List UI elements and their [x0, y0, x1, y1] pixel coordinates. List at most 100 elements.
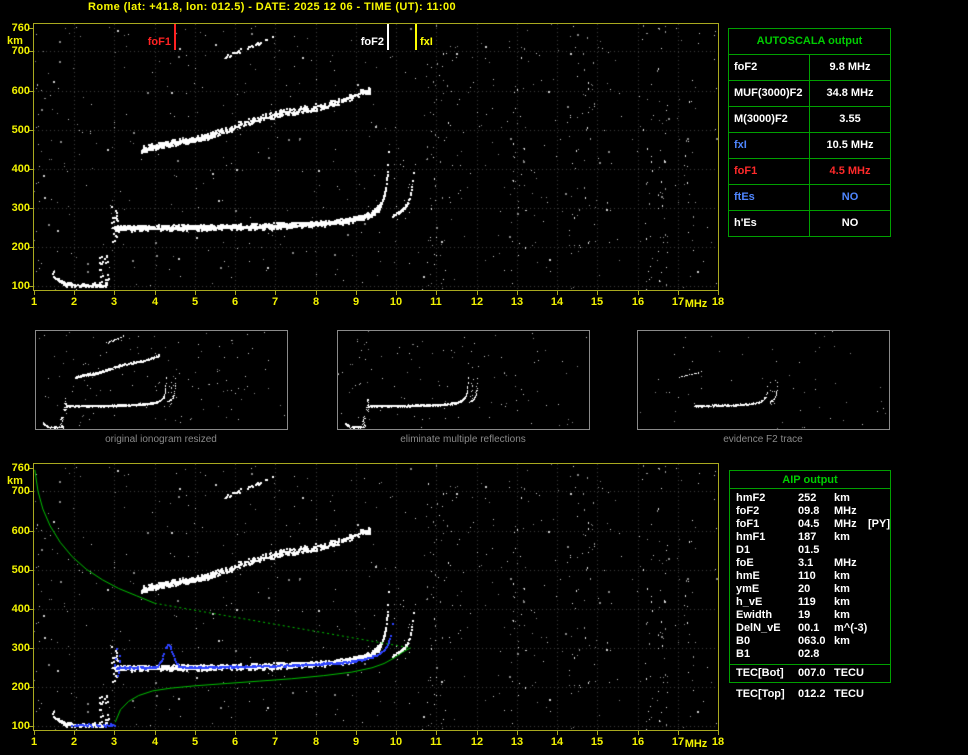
aip-row-extra — [868, 622, 890, 635]
y-axis-label: 600 — [11, 525, 30, 537]
x-axis-label: 6 — [231, 296, 239, 308]
marker-fxI-line — [415, 24, 417, 50]
aip-row-unit: MHz — [834, 557, 857, 569]
autoscala-row: h'Es NO — [729, 211, 890, 236]
autoscala-row-value: 10.5 MHz — [826, 139, 874, 151]
x-axis-tick — [356, 291, 357, 295]
x-axis-tick — [155, 291, 156, 295]
aip-row-label: Ewidth — [736, 609, 773, 621]
aip-separator — [730, 664, 890, 665]
autoscala-row-value: 9.8 MHz — [829, 61, 871, 73]
autoscala-row: fxI 10.5 MHz — [729, 133, 890, 159]
x-axis-tick — [638, 291, 639, 295]
autoscala-row: MUF(3000)F2 34.8 MHz — [729, 81, 890, 107]
aip-row-value: 3.1 — [798, 557, 814, 569]
aip-tec-top: TEC[Top] 012.2 TECU — [730, 688, 888, 701]
aip-row-extra — [868, 667, 890, 680]
x-axis-label: 11 — [430, 296, 442, 308]
aip-row: hmF1 187 km — [730, 531, 890, 544]
autoscala-output-header: AUTOSCALA output — [729, 29, 890, 55]
aip-tec-bottom: TEC[Bot] 007.0 TECU — [730, 667, 890, 680]
x-axis-label: 4 — [151, 296, 159, 308]
x-axis-tick — [195, 291, 196, 295]
x-axis-tick — [74, 291, 75, 295]
x-axis-tick — [275, 291, 276, 295]
y-axis-label: 100 — [11, 280, 30, 292]
ionogram-canvas — [34, 24, 718, 290]
x-axis-tick — [235, 731, 236, 735]
aip-row: B1 02.8 — [730, 648, 890, 661]
autoscala-row: M(3000)F2 3.55 — [729, 107, 890, 133]
aip-row-extra — [868, 531, 890, 544]
x-axis-label: 12 — [470, 736, 484, 748]
autoscala-row-label: MUF(3000)F2 — [729, 81, 810, 106]
x-axis-label: 2 — [70, 736, 78, 748]
aip-row-label: hmF1 — [736, 531, 766, 543]
aip-row: h_vE 119 km — [730, 596, 890, 609]
x-axis-label: 15 — [590, 736, 604, 748]
x-axis-label: 14 — [550, 296, 564, 308]
x-axis-tick — [396, 731, 397, 735]
aip-row-label: foE — [736, 557, 754, 569]
aip-row-extra: [PY] — [868, 518, 890, 530]
aip-rows: hmF2 252 km foF2 09.8 MHz foF1 04.5 MHz [PY] hmF1 1… — [730, 492, 890, 661]
x-axis-tick — [396, 291, 397, 295]
x-axis-tick — [597, 291, 598, 295]
aip-row-unit — [834, 648, 868, 661]
x-axis-label: 1 — [30, 736, 38, 748]
aip-row-label: foF1 — [736, 518, 760, 530]
x-axis-label: 16 — [631, 296, 645, 308]
x-axis-label: 9 — [352, 736, 360, 748]
aip-row-extra — [868, 570, 890, 583]
aip-row-unit: MHz — [834, 505, 857, 517]
x-axis-label: 8 — [312, 736, 320, 748]
aip-row-unit: TECU — [834, 667, 864, 679]
aip-row-label: B0 — [736, 635, 751, 647]
aip-row-value: 04.5 — [798, 518, 820, 530]
x-axis-tick — [436, 291, 437, 295]
thumbnail-eliminate-reflections — [337, 330, 590, 430]
x-axis-unit: MHz — [684, 738, 708, 750]
aip-row: foF2 09.8 MHz — [730, 505, 890, 518]
x-axis-tick — [557, 291, 558, 295]
x-axis-tick — [597, 731, 598, 735]
marker-foF2-label: foF2 — [360, 36, 384, 48]
y-axis-label: 100 — [11, 720, 30, 732]
aip-row-label: h_vE — [736, 596, 763, 608]
aip-row-extra — [868, 583, 890, 596]
x-axis-tick — [114, 731, 115, 735]
aip-row-label: ymE — [736, 583, 760, 595]
x-axis-tick — [34, 731, 35, 735]
x-axis-tick — [356, 731, 357, 735]
aip-row: B0 063.0 km — [730, 635, 890, 648]
x-axis-label: 6 — [231, 736, 239, 748]
aip-row-value: 119 — [798, 596, 816, 608]
ionogram-profile-canvas — [34, 464, 718, 730]
x-axis-label: 7 — [271, 296, 279, 308]
aip-row-unit: km — [834, 531, 850, 543]
aip-row: ymE 20 km — [730, 583, 890, 596]
x-axis-label: 1 — [30, 296, 38, 308]
x-axis-label: 13 — [510, 736, 524, 748]
y-axis-label: 600 — [11, 85, 30, 97]
aip-row-unit: km — [834, 492, 850, 504]
x-axis-label: 9 — [352, 296, 360, 308]
autoscala-row: ftEs NO — [729, 185, 890, 211]
x-axis-tick — [114, 291, 115, 295]
thumbnail-evidence-canvas — [638, 331, 889, 429]
x-axis-label: 13 — [510, 296, 524, 308]
x-axis-tick — [638, 731, 639, 735]
x-axis-label: 4 — [151, 736, 159, 748]
aip-row-extra — [868, 635, 890, 648]
x-axis-unit: MHz — [684, 298, 708, 310]
aip-row-extra — [868, 609, 890, 622]
thumbnail-eliminate-canvas — [338, 331, 589, 429]
marker-fxI-label: fxI — [420, 36, 433, 48]
autoscala-rows: foF2 9.8 MHz MUF(3000)F2 34.8 MHz M(3000)F2 3… — [729, 55, 890, 236]
thumbnail-caption-eliminate: eliminate multiple reflections — [400, 434, 526, 445]
ionogram-plot: foF1 foF2 fxI — [33, 23, 719, 291]
x-axis-tick — [316, 731, 317, 735]
y-axis-label: 200 — [11, 681, 30, 693]
aip-row-unit: km — [834, 609, 850, 621]
thumbnail-evidence-f2 — [637, 330, 890, 430]
